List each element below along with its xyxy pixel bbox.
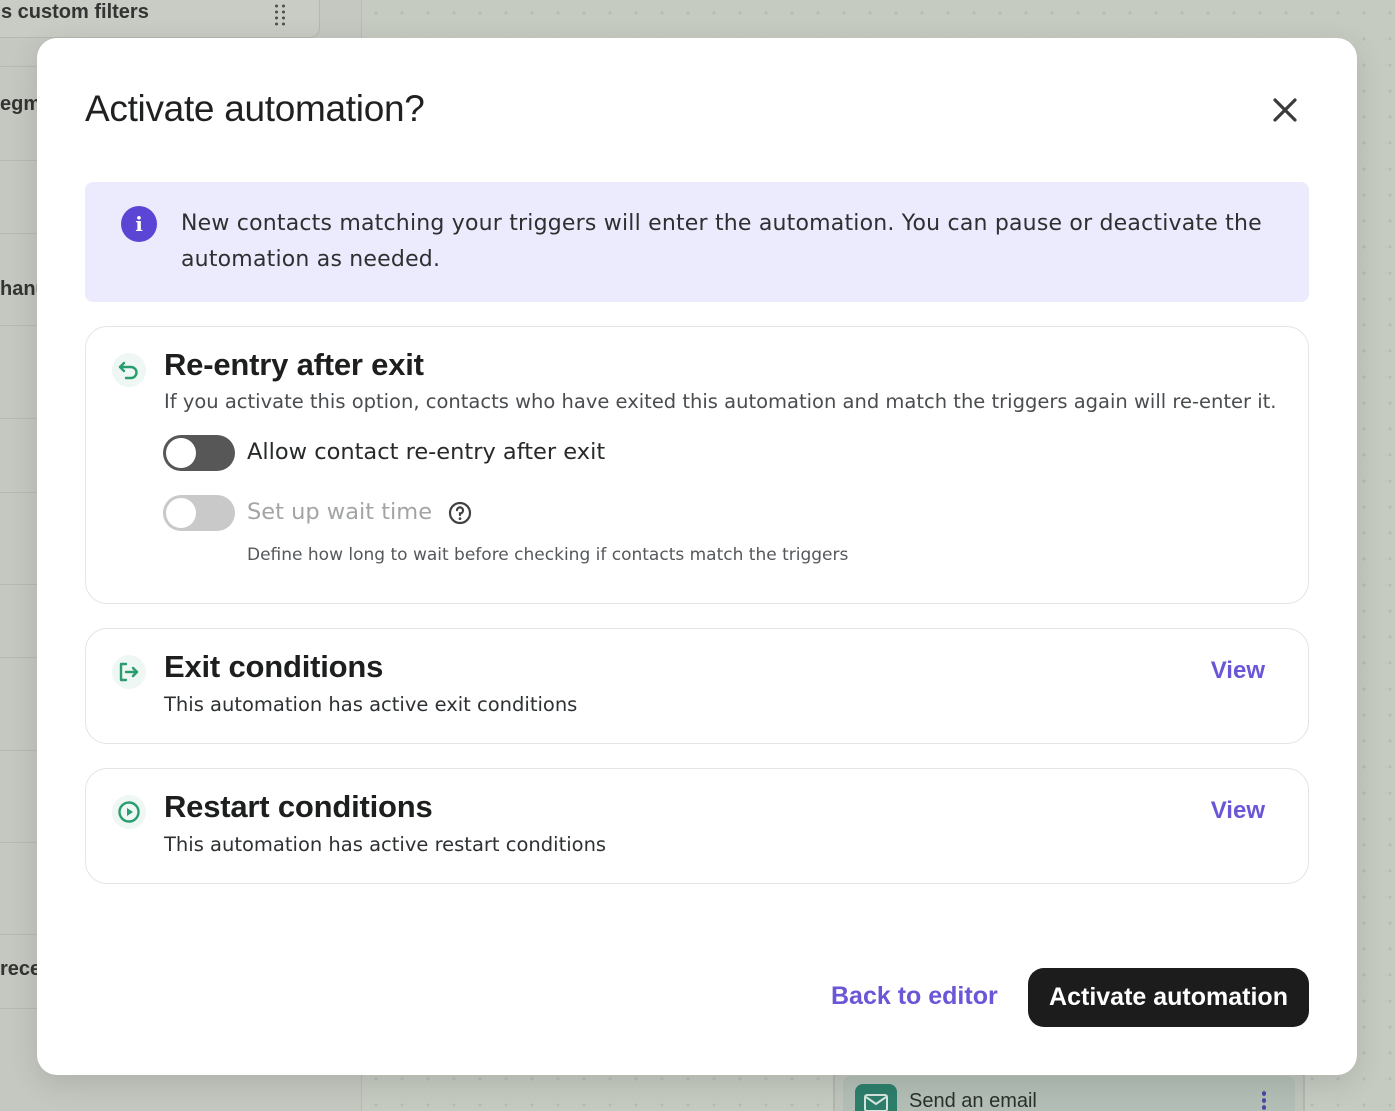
background-filter-label: s custom filters [1,1,149,23]
background-fragment-segment: egm [0,93,42,115]
restart-conditions-title: Restart conditions [164,789,433,824]
close-icon [1273,98,1297,122]
background-divider [0,325,37,326]
toggle-knob [166,438,196,468]
allow-reentry-toggle[interactable] [163,435,235,471]
background-divider [0,750,37,751]
info-text: New contacts matching your triggers will… [181,211,1262,272]
background-fragment-recent: rece [0,958,42,980]
exit-conditions-section: Exit conditions This automation has acti… [85,628,1309,744]
wait-time-toggle[interactable] [163,495,235,531]
allow-reentry-label: Allow contact re-entry after exit [247,439,606,465]
return-arrow-icon [112,353,146,387]
activate-automation-button[interactable]: Activate automation [1028,968,1309,1027]
background-email-node-body: Send an email [843,1076,1295,1111]
help-icon[interactable] [448,501,472,525]
back-to-editor-button[interactable]: Back to editor [831,982,998,1011]
wait-time-label: Set up wait time [247,499,433,525]
background-divider [0,842,37,843]
play-circle-icon [112,795,146,829]
background-divider [0,934,37,935]
info-icon: i [121,206,157,242]
drag-handle-icon [273,3,287,27]
exit-conditions-title: Exit conditions [164,649,384,684]
restart-conditions-description: This automation has active restart condi… [164,833,607,856]
info-banner: i New contacts matching your triggers wi… [85,182,1309,302]
restart-conditions-view-link[interactable]: View [1211,797,1265,825]
dialog-title: Activate automation? [85,88,425,129]
wait-time-hint: Define how long to wait before checking … [247,545,849,565]
background-filter-card: s custom filters [0,0,320,38]
envelope-icon [855,1084,897,1111]
reentry-description: If you activate this option, contacts wh… [164,390,1277,413]
background-divider [0,584,37,585]
restart-conditions-section: Restart conditions This automation has a… [85,768,1309,884]
exit-conditions-description: This automation has active exit conditio… [164,693,578,716]
toggle-knob [166,498,196,528]
exit-icon [112,655,146,689]
background-divider [0,233,37,234]
reentry-title: Re-entry after exit [164,347,424,382]
background-divider [0,1008,37,1009]
background-divider [0,492,37,493]
background-divider [0,657,37,658]
exit-conditions-view-link[interactable]: View [1211,657,1265,685]
background-divider [0,418,37,419]
more-options-icon [1261,1090,1267,1111]
reentry-section: Re-entry after exit If you activate this… [85,326,1309,604]
background-divider [0,160,37,161]
background-email-node-label: Send an email [909,1090,1037,1111]
activate-automation-dialog: Activate automation? i New contacts matc… [37,38,1357,1075]
background-divider [0,66,37,67]
close-button[interactable] [1265,90,1305,130]
